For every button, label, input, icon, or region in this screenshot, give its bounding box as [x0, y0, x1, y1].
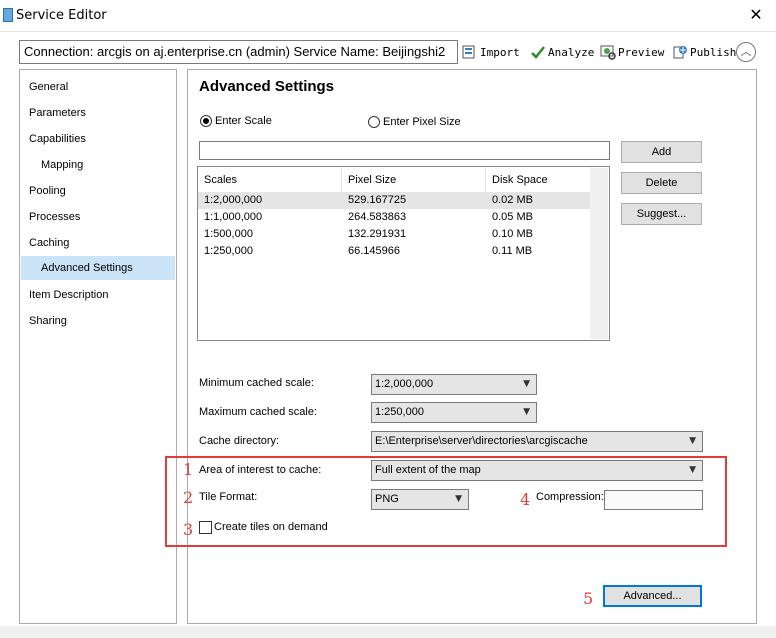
import-icon — [462, 44, 478, 60]
analyze-label: Analyze — [548, 45, 595, 59]
table-row[interactable]: 1:250,000 66.145966 0.11 MB — [198, 243, 591, 260]
chevron-down-icon: ▼ — [523, 379, 530, 389]
connection-field[interactable]: Connection: arcgis on aj.enterprise.cn (… — [19, 40, 458, 64]
cache-directory-select[interactable]: E:\Enterprise\server\directories\arcgisc… — [371, 431, 703, 452]
disk-space-cell: 0.05 MB — [492, 211, 533, 223]
disk-space-cell: 0.10 MB — [492, 228, 533, 240]
chevron-down-icon: ▼ — [523, 407, 530, 417]
table-scrollbar[interactable] — [590, 168, 608, 339]
publish-icon — [672, 44, 688, 60]
collapse-icon[interactable]: ︿ — [736, 42, 756, 62]
table-row[interactable]: 1:1,000,000 264.583863 0.05 MB — [198, 209, 591, 226]
column-header-scales[interactable]: Scales — [198, 167, 342, 193]
pixel-size-cell: 529.167725 — [348, 194, 407, 206]
import-label: Import — [480, 45, 520, 59]
sidebar-item-mapping[interactable]: Mapping — [41, 153, 83, 177]
max-scale-select[interactable]: 1:250,000 ▼ — [371, 402, 537, 423]
sidebar-item-processes[interactable]: Processes — [29, 205, 80, 229]
radio-enter-pixel-size-label: Enter Pixel Size — [383, 116, 461, 128]
sidebar-item-caching[interactable]: Caching — [29, 231, 69, 255]
highlight-box — [165, 456, 727, 547]
annotation-1: 1 — [183, 460, 194, 479]
sidebar-item-item-description[interactable]: Item Description — [29, 283, 108, 307]
sidebar-item-advanced-settings[interactable]: Advanced Settings — [21, 256, 175, 280]
sidebar-item-general[interactable]: General — [29, 75, 68, 99]
radio-enter-scale[interactable] — [200, 115, 212, 127]
import-button[interactable]: Import — [462, 42, 520, 62]
preview-label: Preview — [618, 45, 665, 59]
sidebar: General Parameters Capabilities Mapping … — [19, 69, 177, 624]
disk-space-cell: 0.11 MB — [492, 245, 533, 257]
publish-button[interactable]: Publish — [672, 42, 736, 62]
page-title: Advanced Settings — [199, 78, 335, 95]
scale-cell: 1:1,000,000 — [204, 211, 263, 223]
min-scale-select[interactable]: 1:2,000,000 ▼ — [371, 374, 537, 395]
sidebar-item-parameters[interactable]: Parameters — [29, 101, 86, 125]
radio-enter-pixel-size[interactable] — [368, 116, 380, 128]
window-title: Service Editor — [16, 8, 107, 23]
sidebar-item-sharing[interactable]: Sharing — [29, 309, 67, 333]
chevron-down-icon: ▼ — [689, 436, 696, 446]
table-row[interactable]: 1:2,000,000 529.167725 0.02 MB — [198, 192, 591, 209]
table-row[interactable]: 1:500,000 132.291931 0.10 MB — [198, 226, 591, 243]
annotation-4: 4 — [520, 490, 531, 509]
pixel-size-cell: 66.145966 — [348, 245, 400, 257]
min-scale-value: 1:2,000,000 — [375, 378, 434, 390]
scale-cell: 1:500,000 — [204, 228, 253, 240]
window-bottom-edge — [0, 626, 776, 638]
preview-button[interactable]: Preview — [600, 42, 664, 62]
scales-table: Scales Pixel Size Disk Space 1:2,000,000… — [197, 166, 610, 341]
delete-button[interactable]: Delete — [621, 172, 702, 194]
sidebar-item-pooling[interactable]: Pooling — [29, 179, 66, 203]
add-button[interactable]: Add — [621, 141, 702, 163]
publish-label: Publish — [690, 45, 737, 59]
max-scale-value: 1:250,000 — [375, 406, 424, 418]
radio-enter-scale-label: Enter Scale — [215, 115, 272, 127]
sidebar-item-capabilities[interactable]: Capabilities — [29, 127, 86, 151]
preview-icon — [600, 44, 616, 60]
scale-input[interactable] — [199, 141, 610, 160]
advanced-button[interactable]: Advanced... — [603, 585, 702, 607]
app-icon — [3, 8, 13, 22]
suggest-button[interactable]: Suggest... — [621, 203, 702, 225]
disk-space-cell: 0.02 MB — [492, 194, 533, 206]
annotation-2: 2 — [183, 488, 194, 507]
annotation-3: 3 — [183, 520, 194, 539]
column-header-pixel-size[interactable]: Pixel Size — [342, 167, 486, 193]
checkmark-icon — [530, 44, 546, 60]
cache-directory-value: E:\Enterprise\server\directories\arcgisc… — [375, 435, 588, 447]
column-header-disk-space[interactable]: Disk Space — [486, 167, 591, 193]
scale-cell: 1:250,000 — [204, 245, 253, 257]
title-bar — [0, 0, 776, 32]
pixel-size-cell: 132.291931 — [348, 228, 407, 240]
scale-cell: 1:2,000,000 — [204, 194, 263, 206]
annotation-5: 5 — [583, 589, 594, 608]
cache-directory-label: Cache directory: — [199, 435, 280, 447]
min-scale-label: Minimum cached scale: — [199, 377, 314, 389]
pixel-size-cell: 264.583863 — [348, 211, 407, 223]
analyze-button[interactable]: Analyze — [530, 42, 594, 62]
close-button[interactable]: ✕ — [744, 4, 768, 26]
max-scale-label: Maximum cached scale: — [199, 406, 317, 418]
